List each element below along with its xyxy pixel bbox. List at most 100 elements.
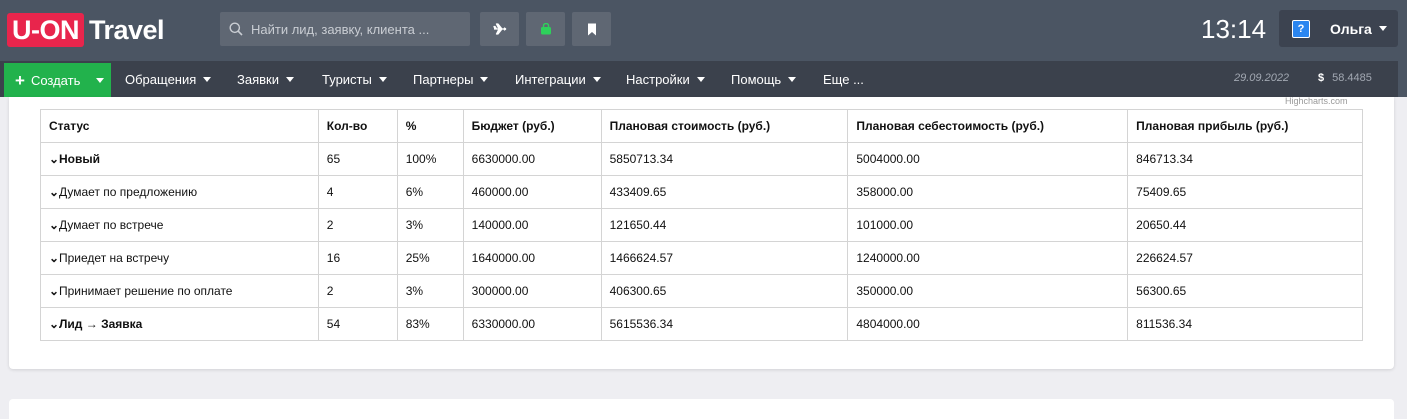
search-input[interactable] xyxy=(249,20,453,38)
column-header: Бюджет (руб.) xyxy=(462,109,602,143)
chevron-down-icon xyxy=(592,76,601,82)
value-cell: 56300.65 xyxy=(1127,274,1363,308)
chevron-down-icon[interactable]: ⌄ xyxy=(49,218,59,232)
nav-item-label: Обращения xyxy=(125,71,197,87)
value-cell: 5850713.34 xyxy=(600,142,849,176)
exchange-rate: $58.4485 xyxy=(1318,72,1372,84)
chevron-down-icon xyxy=(788,76,797,82)
value-cell: 6630000.00 xyxy=(462,142,602,176)
value-cell: 65 xyxy=(317,142,398,176)
plane-icon xyxy=(492,23,506,35)
status-cell: ⌄Приедет на встречу xyxy=(40,241,319,275)
nav-item-partners[interactable]: Партнеры xyxy=(413,61,489,97)
create-label: Создать xyxy=(30,72,81,88)
value-cell: 100% xyxy=(396,142,464,176)
chevron-down-icon xyxy=(696,76,705,82)
flights-button[interactable] xyxy=(480,12,519,46)
column-header: Плановая себестоимость (руб.) xyxy=(847,109,1129,143)
main-nav: + Создать Обращения Заявки Туристы Партн… xyxy=(0,61,1407,97)
nav-item-label: Туристы xyxy=(322,71,372,87)
status-cell: ⌄Думает по встрече xyxy=(40,208,319,242)
chevron-down-icon xyxy=(96,77,105,83)
value-cell: 140000.00 xyxy=(462,208,602,242)
status-cell: ⌄Принимает решение по оплате xyxy=(40,274,319,308)
chevron-down-icon[interactable]: ⌄ xyxy=(49,284,59,298)
value-cell: 460000.00 xyxy=(462,175,602,209)
value-cell: 25% xyxy=(396,241,464,275)
table-row: ⌄Думает по предложению 4 6% 460000.00 433409… xyxy=(40,175,1363,209)
chevron-down-icon[interactable]: ⌄ xyxy=(49,185,59,199)
user-name: Ольга xyxy=(1330,20,1372,37)
nav-item-more[interactable]: Еще ... xyxy=(823,61,864,97)
value-cell: 75409.65 xyxy=(1127,175,1363,209)
current-date: 29.09.2022 xyxy=(1234,72,1290,84)
value-cell: 433409.65 xyxy=(600,175,849,209)
nav-item-orders[interactable]: Заявки xyxy=(237,61,294,97)
funnel-table: Статус Кол-во% Бюджет (руб.) Плановая стоим… xyxy=(40,109,1363,341)
nav-item-label: Заявки xyxy=(237,71,279,87)
status-label: Новый xyxy=(59,152,100,166)
value-cell: 846713.34 xyxy=(1127,142,1363,176)
help-icon[interactable]: ? xyxy=(1292,19,1310,38)
bookmark-button[interactable] xyxy=(572,12,611,46)
table-row: ⌄Принимает решение по оплате 2 3% 300000.00… xyxy=(40,274,1363,308)
value-cell: 1640000.00 xyxy=(462,241,602,275)
nav-item-label: Еще ... xyxy=(823,71,864,87)
chevron-down-icon xyxy=(1378,26,1387,31)
logo[interactable]: U-ON Travel xyxy=(7,13,165,47)
value-cell: 83% xyxy=(396,307,464,341)
table-row: ⌄Новый 65 100% 6630000.00 5850713.34 5004000.… xyxy=(40,142,1363,176)
nav-item-label: Помощь xyxy=(731,71,782,87)
status-label: Принимает решение по оплате xyxy=(59,284,233,298)
nav-item-tourists[interactable]: Туристы xyxy=(322,61,387,97)
chevron-down-icon[interactable]: ⌄ xyxy=(49,152,59,166)
column-header: Плановая стоимость (руб.) xyxy=(600,109,849,143)
value-cell: 16 xyxy=(317,241,398,275)
value-cell: 101000.00 xyxy=(847,208,1129,242)
value-cell: 1240000.00 xyxy=(847,241,1129,275)
bookmark-icon xyxy=(587,23,596,35)
chevron-down-icon xyxy=(285,76,294,82)
nav-item-settings[interactable]: Настройки xyxy=(626,61,705,97)
status-cell: ⌄Думает по предложению xyxy=(40,175,319,209)
value-cell: 20650.44 xyxy=(1127,208,1363,242)
value-cell: 54 xyxy=(317,307,398,341)
column-header: Кол-во xyxy=(317,109,398,143)
value-cell: 3% xyxy=(396,274,464,308)
clock: 13:14 xyxy=(1201,14,1267,44)
value-cell: 1466624.57 xyxy=(600,241,849,275)
table-row: ⌄Лид → Заявка 54 83% 6330000.00 5615536.34 48… xyxy=(40,307,1363,341)
value-cell: 406300.65 xyxy=(600,274,849,308)
nav-item-label: Интеграции xyxy=(515,71,586,87)
value-cell: 2 xyxy=(317,274,398,308)
column-header: Статус xyxy=(40,109,319,143)
value-cell: 300000.00 xyxy=(462,274,602,308)
status-label: Приедет на встречу xyxy=(59,251,170,265)
value-cell: 358000.00 xyxy=(847,175,1129,209)
chevron-down-icon[interactable]: ⌄ xyxy=(49,251,59,265)
chevron-down-icon xyxy=(480,76,489,82)
next-card xyxy=(9,399,1394,419)
search-icon xyxy=(229,22,243,36)
value-cell: 350000.00 xyxy=(847,274,1129,308)
logo-text: Travel xyxy=(89,14,165,45)
value-cell: 226624.57 xyxy=(1127,241,1363,275)
status-label: Думает по предложению xyxy=(59,185,198,199)
nav-item-requests[interactable]: Обращения xyxy=(125,61,212,97)
table-row: ⌄Думает по встрече 2 3% 140000.00 121650.44 1… xyxy=(40,208,1363,242)
chevron-down-icon xyxy=(378,76,387,82)
scrollbar[interactable] xyxy=(1398,61,1407,97)
nav-item-integrations[interactable]: Интеграции xyxy=(515,61,601,97)
bag-button[interactable] xyxy=(526,12,565,46)
nav-item-help[interactable]: Помощь xyxy=(731,61,797,97)
user-menu[interactable]: ? Ольга xyxy=(1279,10,1398,47)
create-button[interactable]: + Создать xyxy=(4,63,111,97)
status-cell: ⌄Новый xyxy=(40,142,319,176)
highcharts-credits[interactable]: Highcharts.com xyxy=(1285,96,1348,106)
plus-icon: + xyxy=(15,70,25,90)
dollar-icon: $ xyxy=(1318,72,1325,84)
status-cell: ⌄Лид → Заявка xyxy=(40,307,319,341)
column-header: % xyxy=(396,109,464,143)
chevron-down-icon[interactable]: ⌄ xyxy=(49,317,59,331)
chevron-down-icon xyxy=(203,76,212,82)
